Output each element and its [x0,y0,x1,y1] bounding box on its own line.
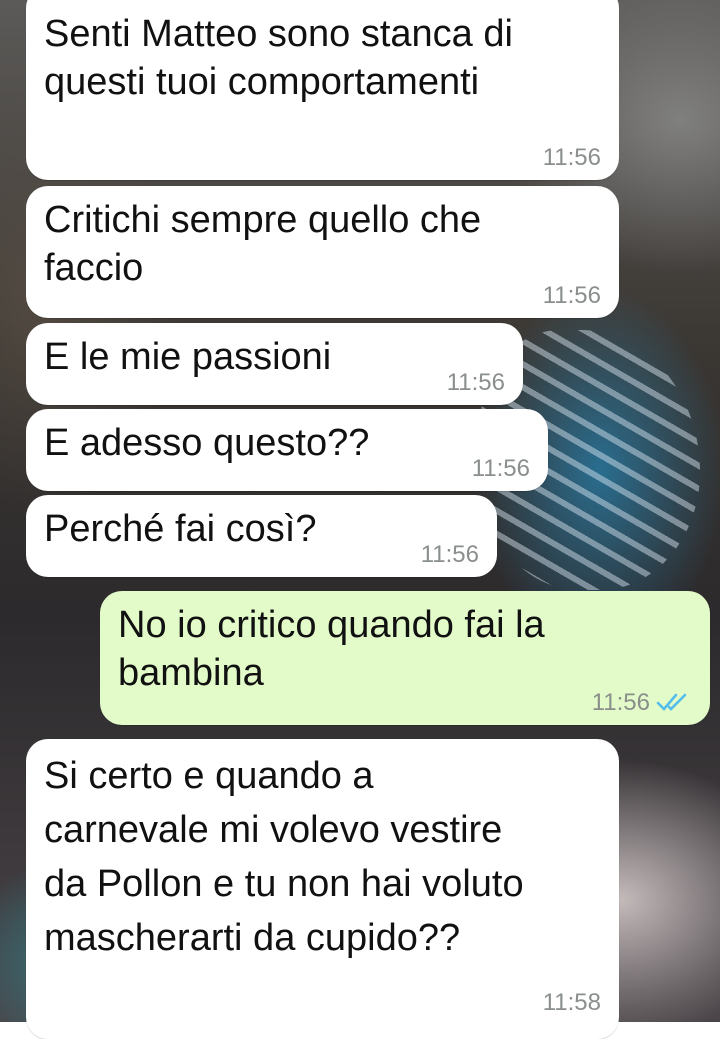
message-bubble-2[interactable]: Critichi sempre quello che faccio 11:56 [26,186,619,318]
message-time: 11:56 [542,144,601,171]
message-text: Critichi sempre quello che faccio [44,199,482,289]
message-time: 11:56 [446,369,505,396]
message-bubble-5[interactable]: Perché fai così? 11:56 [26,495,497,577]
message-time: 11:58 [542,989,601,1016]
message-bubble-3[interactable]: E le mie passioni 11:56 [26,323,523,405]
double-check-icon [656,693,687,711]
message-text: E adesso questo?? [44,422,370,464]
message-time: 11:56 [471,455,530,482]
message-time: 11:56 [591,689,650,716]
message-bubble-4[interactable]: E adesso questo?? 11:56 [26,409,548,491]
message-bubble-6[interactable]: No io critico quando fai la bambina 11:5… [100,591,710,725]
message-time: 11:56 [420,541,479,568]
message-time: 11:56 [542,282,601,309]
message-text: Perché fai così? [44,508,317,550]
message-text: No io critico quando fai la bambina [118,604,545,694]
message-text: Si certo e quando a carnevale mi volevo … [44,755,524,959]
message-bubble-1[interactable]: Senti Matteo sono stanca di questi tuoi … [26,0,619,180]
message-text: E le mie passioni [44,336,332,378]
message-bubble-7[interactable]: Si certo e quando a carnevale mi volevo … [26,739,619,1039]
message-text: Senti Matteo sono stanca di questi tuoi … [44,13,513,103]
